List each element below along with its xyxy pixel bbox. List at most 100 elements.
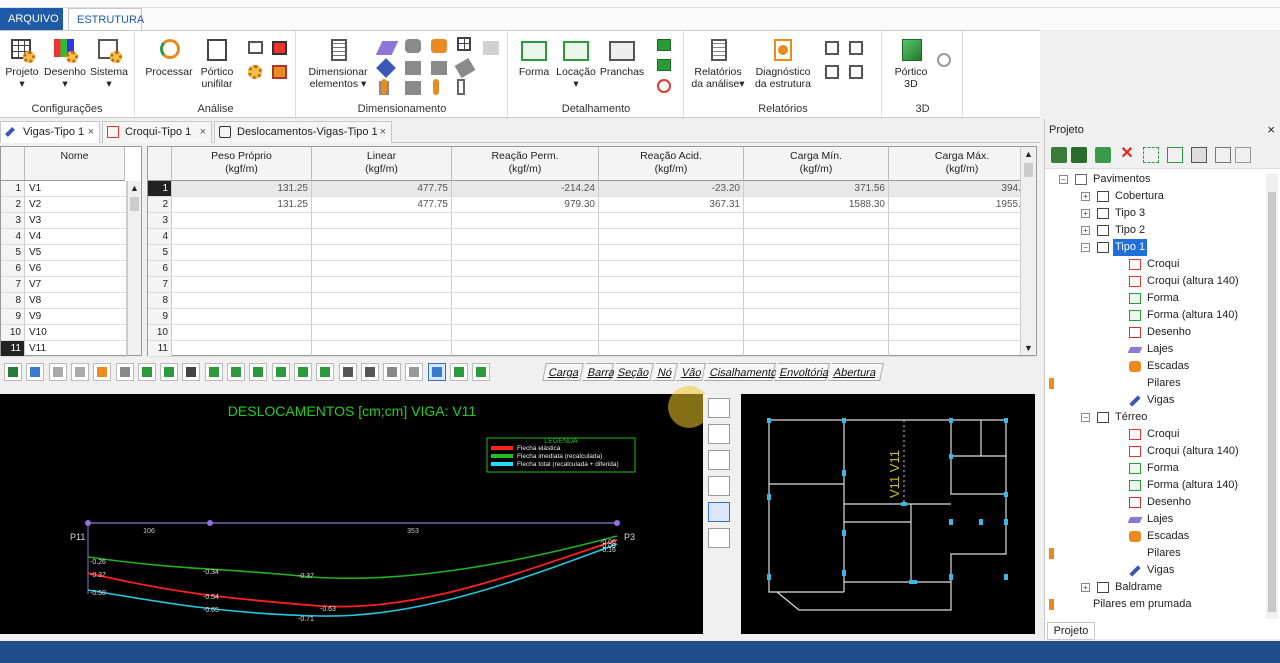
table-cell[interactable]: [452, 309, 599, 325]
dimensionar-button[interactable]: Dimensionar elementos ▾: [305, 37, 371, 90]
toolbar-tool-icon[interactable]: [227, 363, 245, 381]
doc-tab-deslocamentos[interactable]: Deslocamentos-Vigas-Tipo 1 ×: [214, 121, 392, 143]
close-icon[interactable]: ×: [380, 122, 386, 142]
beam-name-cell[interactable]: V3: [25, 213, 127, 229]
beam-name-cell[interactable]: V4: [25, 229, 127, 245]
tree-node[interactable]: Forma (altura 140): [1045, 477, 1265, 494]
table-cell[interactable]: [599, 325, 744, 341]
table-cell[interactable]: [889, 325, 1036, 341]
grafico-icon[interactable]: [272, 41, 287, 55]
table-cell[interactable]: [889, 229, 1036, 245]
portico-3d-button[interactable]: Pórtico 3D: [889, 37, 933, 90]
portico-unifilar-button[interactable]: Pórtico unifilar: [194, 37, 240, 90]
table-cell[interactable]: [312, 341, 452, 357]
lower-tab-5[interactable]: Cisalhamento: [704, 363, 778, 381]
table-cell[interactable]: [312, 213, 452, 229]
table-cell[interactable]: [744, 309, 889, 325]
lower-tab-3[interactable]: Nó: [652, 363, 678, 381]
expand-toggle-icon[interactable]: −: [1081, 243, 1090, 252]
table-cell[interactable]: [599, 229, 744, 245]
tree-node[interactable]: + Tipo 3: [1045, 205, 1265, 222]
pranchas-button[interactable]: Pranchas: [599, 37, 645, 78]
toolbar-tool-icon[interactable]: [93, 363, 112, 381]
expand-toggle-icon[interactable]: +: [1081, 209, 1090, 218]
tree-node[interactable]: Croqui: [1045, 426, 1265, 443]
rel-doc4-icon[interactable]: [849, 65, 863, 79]
table-cell[interactable]: [744, 341, 889, 357]
bloco-icon[interactable]: [405, 61, 421, 75]
tree-node[interactable]: Desenho: [1045, 494, 1265, 511]
table-cell[interactable]: [452, 245, 599, 261]
cubo-icon[interactable]: [431, 61, 447, 75]
sistema-button[interactable]: Sistema ▾: [88, 37, 130, 90]
table-cell[interactable]: [599, 293, 744, 309]
lower-tab-7[interactable]: Abertura: [828, 363, 884, 381]
table-cell[interactable]: [452, 293, 599, 309]
tree-node[interactable]: Forma: [1045, 460, 1265, 477]
tree-node[interactable]: Vigas: [1045, 392, 1265, 409]
table-cell[interactable]: [452, 277, 599, 293]
tubo-icon[interactable]: [454, 57, 476, 79]
table-cell[interactable]: [172, 213, 312, 229]
lower-tab-1[interactable]: Barra: [582, 363, 616, 381]
rel-doc2-icon[interactable]: [849, 41, 863, 55]
toolbar-tool-icon[interactable]: [26, 363, 45, 381]
tree-node[interactable]: − Térreo: [1045, 409, 1265, 426]
diagnostico-button[interactable]: Diagnóstico da estrutura: [751, 37, 815, 90]
pilar2-icon[interactable]: [433, 79, 439, 95]
beam-name-cell[interactable]: V7: [25, 277, 127, 293]
table-cell[interactable]: 131.25: [172, 181, 312, 197]
doc-tab-croqui[interactable]: Croqui-Tipo 1 ×: [102, 121, 212, 143]
gancho-icon[interactable]: [457, 79, 465, 95]
lower-tab-2[interactable]: Seção: [612, 363, 654, 381]
props-icon[interactable]: [1191, 147, 1207, 163]
table-cell[interactable]: 979.30: [452, 197, 599, 213]
sapata-icon[interactable]: [457, 37, 471, 51]
beam-name-cell[interactable]: V10: [25, 325, 127, 341]
table-cell[interactable]: 131.25: [172, 197, 312, 213]
expand-toggle-icon[interactable]: +: [1081, 583, 1090, 592]
relatorios-analise-button[interactable]: Relatórios da análise▾: [689, 37, 747, 90]
tab-arquivo[interactable]: ARQUIVO: [0, 8, 63, 30]
table-cell[interactable]: [599, 309, 744, 325]
lower-tab-4[interactable]: Vão: [676, 363, 706, 381]
table-cell[interactable]: [744, 261, 889, 277]
placa-icon[interactable]: [405, 81, 421, 95]
exportar-icon[interactable]: [272, 65, 287, 79]
scroll-thumb[interactable]: [1268, 192, 1276, 612]
tree-node[interactable]: Vigas: [1045, 562, 1265, 579]
beam-name-cell[interactable]: V6: [25, 261, 127, 277]
muro-icon[interactable]: [483, 41, 499, 55]
table-cell[interactable]: 477.75: [312, 181, 452, 197]
table-cell[interactable]: [172, 325, 312, 341]
laje-icon[interactable]: [375, 41, 399, 55]
lower-tab-6[interactable]: Envoltória: [774, 363, 830, 381]
table-cell[interactable]: [172, 341, 312, 357]
processar-button[interactable]: Processar: [142, 37, 196, 78]
tree-node[interactable]: Croqui (altura 140): [1045, 443, 1265, 460]
scrollbar[interactable]: ▲: [127, 181, 141, 355]
tree-node[interactable]: Forma: [1045, 290, 1265, 307]
table-cell[interactable]: [172, 277, 312, 293]
table-cell[interactable]: [599, 261, 744, 277]
table-cell[interactable]: [744, 213, 889, 229]
expand-toggle-icon[interactable]: −: [1059, 175, 1068, 184]
doc-tab-vigas[interactable]: Vigas-Tipo 1 ×: [0, 121, 100, 143]
toolbar-tool-icon[interactable]: [115, 363, 134, 381]
beam-name-cell[interactable]: V8: [25, 293, 127, 309]
escada-icon[interactable]: [405, 39, 421, 53]
zoom-3d-icon[interactable]: [937, 53, 951, 67]
view-icon[interactable]: [1235, 147, 1251, 163]
table-cell[interactable]: 367.31: [599, 197, 744, 213]
rel-doc3-icon[interactable]: [825, 65, 839, 79]
table-cell[interactable]: [312, 277, 452, 293]
table-cell[interactable]: [599, 245, 744, 261]
toolbar-tool-icon[interactable]: [204, 363, 223, 381]
toolbar-tool-icon[interactable]: [383, 363, 402, 381]
tree-node[interactable]: − Tipo 1: [1045, 239, 1265, 256]
table-cell[interactable]: [312, 309, 452, 325]
table-cell[interactable]: [889, 277, 1036, 293]
table-cell[interactable]: [744, 245, 889, 261]
panel-footer-tab[interactable]: Projeto: [1047, 622, 1095, 640]
tool-deflection-icon[interactable]: [708, 502, 730, 522]
